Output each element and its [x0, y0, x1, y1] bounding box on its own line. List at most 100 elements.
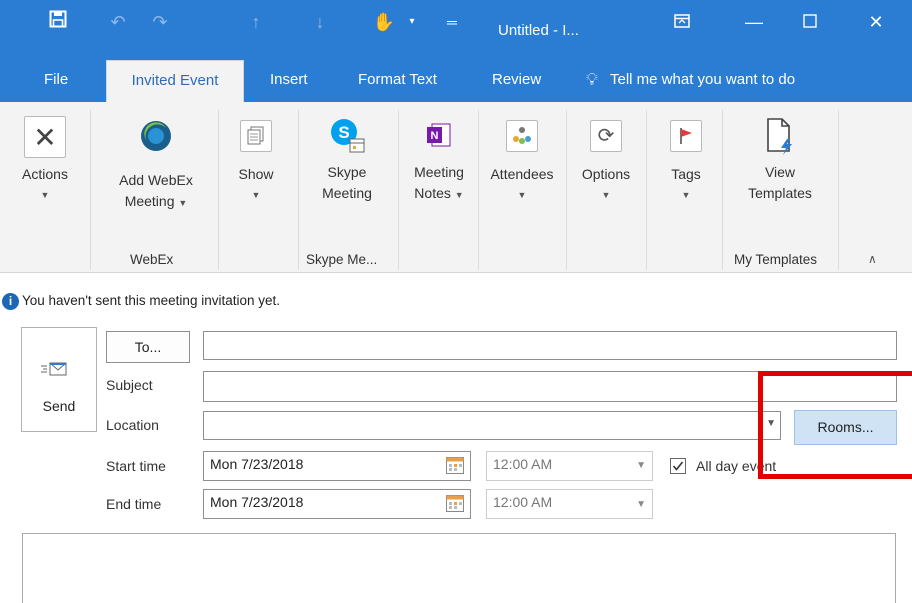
tell-me-search[interactable]: Tell me what you want to do [610, 60, 795, 102]
chevron-down-icon: ▼ [636, 499, 646, 510]
group-label-skype: Skype Me... [306, 252, 378, 267]
tags-button[interactable]: Tags ▼ [656, 116, 716, 206]
tab-format-text[interactable]: Format Text [358, 60, 437, 102]
group-separator [398, 110, 399, 270]
meeting-notes-line1: Meeting [414, 164, 464, 180]
meeting-notes-line2: Notes [414, 185, 451, 201]
onenote-icon: N [424, 120, 454, 150]
location-field[interactable]: ▼ [203, 411, 781, 440]
maximize-icon[interactable] [796, 10, 824, 34]
chevron-down-icon: ▼ [454, 190, 464, 200]
rooms-button[interactable]: Rooms... [794, 410, 897, 445]
send-envelope-icon [40, 360, 68, 383]
chevron-down-icon[interactable]: ▾ [398, 10, 426, 34]
arrow-up-icon[interactable]: ↑ [242, 10, 270, 34]
minimize-icon[interactable]: — [740, 10, 768, 34]
chevron-down-icon: ▼ [636, 460, 646, 471]
start-date-value: Mon 7/23/2018 [210, 456, 304, 472]
chevron-down-icon: ▼ [178, 198, 188, 208]
skype-meeting-button[interactable]: S Skype Meeting [306, 116, 388, 204]
all-day-label[interactable]: All day event [696, 458, 776, 474]
actions-button[interactable]: ✕ Actions ▼ [14, 116, 76, 206]
to-button[interactable]: To... [106, 331, 190, 363]
tab-review[interactable]: Review [492, 60, 541, 102]
info-bar-text: You haven't sent this meeting invitation… [22, 293, 280, 308]
templates-label-line1: View [764, 164, 796, 180]
end-time-label: End time [106, 496, 162, 512]
group-label-templates: My Templates [734, 252, 818, 267]
window-title: Untitled - I... [498, 22, 579, 39]
webex-label-line2: Meeting [124, 193, 175, 209]
ribbon-display-icon[interactable] [668, 10, 696, 34]
delete-icon: ✕ [24, 116, 66, 158]
undo-icon[interactable]: ↶ [104, 10, 132, 34]
group-separator [646, 110, 647, 270]
calendar-icon[interactable] [446, 457, 464, 477]
customize-icon[interactable]: ═ [438, 10, 466, 34]
send-label: Send [42, 398, 76, 414]
attendees-button[interactable]: Attendees ▼ [482, 116, 562, 206]
subject-field[interactable] [203, 371, 897, 402]
chevron-down-icon: ▼ [601, 190, 611, 200]
meeting-notes-button[interactable]: N Meeting Notes ▼ [404, 116, 474, 206]
chevron-down-icon: ▼ [40, 190, 50, 200]
tab-file[interactable]: File [44, 60, 68, 102]
options-button[interactable]: ⟳ Options ▼ [572, 116, 640, 206]
show-label: Show [238, 166, 274, 182]
title-bar: ↶ ↷ ↑ ↓ ✋ ▾ ═ Untitled - I... — ✕ [0, 0, 912, 63]
templates-label-line2: Templates [748, 185, 812, 201]
end-date-value: Mon 7/23/2018 [210, 494, 304, 510]
redo-icon[interactable]: ↷ [146, 10, 174, 34]
ribbon-tabs: File Invited Event Insert Format Text Re… [0, 60, 912, 104]
info-icon: i [2, 293, 19, 310]
attendees-icon [506, 120, 538, 152]
arrow-down-icon[interactable]: ↓ [306, 10, 334, 34]
group-separator [478, 110, 479, 270]
group-separator [566, 110, 567, 270]
collapse-ribbon-icon[interactable]: ∧ [868, 252, 877, 266]
start-date-picker[interactable]: Mon 7/23/2018 [203, 451, 471, 481]
start-time-label: Start time [106, 458, 166, 474]
svg-text:S: S [338, 123, 349, 142]
skype-icon: S [327, 116, 367, 156]
save-icon[interactable] [44, 10, 72, 34]
attendees-label: Attendees [490, 166, 554, 182]
view-templates-button[interactable]: View Templates [734, 116, 826, 204]
recurrence-icon: ⟳ [590, 120, 622, 152]
show-button[interactable]: Show ▼ [228, 116, 284, 206]
tags-label: Tags [671, 166, 701, 182]
message-body[interactable] [22, 533, 896, 603]
to-field[interactable] [203, 331, 897, 360]
location-label: Location [106, 417, 159, 433]
chevron-down-icon: ▼ [251, 190, 261, 200]
ribbon: ✕ Actions ▼ Add WebEx Meeting ▼ WebEx Sh… [0, 102, 912, 273]
chevron-down-icon: ▼ [681, 190, 691, 200]
webex-label-line1: Add WebEx [119, 172, 193, 188]
tab-invited-event[interactable]: Invited Event [106, 60, 244, 104]
close-icon[interactable]: ✕ [862, 10, 890, 34]
end-time-select: 12:00 AM ▼ [486, 489, 653, 519]
end-date-picker[interactable]: Mon 7/23/2018 [203, 489, 471, 519]
group-separator [298, 110, 299, 270]
all-day-checkbox[interactable] [670, 458, 686, 474]
end-time-value: 12:00 AM [493, 494, 553, 510]
calendar-show-icon [240, 120, 272, 152]
flag-icon [670, 120, 702, 152]
subject-label: Subject [106, 377, 153, 393]
add-webex-meeting-button[interactable]: Add WebEx Meeting ▼ [108, 116, 204, 214]
webex-icon [136, 116, 176, 156]
tab-insert[interactable]: Insert [270, 60, 308, 102]
svg-text:N: N [431, 130, 439, 142]
group-separator [838, 110, 839, 270]
start-time-value: 12:00 AM [493, 456, 553, 472]
templates-icon [760, 116, 800, 156]
skype-label-line2: Meeting [322, 185, 372, 201]
chevron-down-icon[interactable]: ▼ [766, 418, 776, 429]
start-time-select: 12:00 AM ▼ [486, 451, 653, 481]
group-separator [722, 110, 723, 270]
send-button[interactable]: Send [21, 327, 97, 432]
touch-mode-icon[interactable]: ✋ [370, 10, 398, 34]
calendar-icon[interactable] [446, 495, 464, 515]
group-separator [90, 110, 91, 270]
actions-label: Actions [22, 166, 68, 182]
